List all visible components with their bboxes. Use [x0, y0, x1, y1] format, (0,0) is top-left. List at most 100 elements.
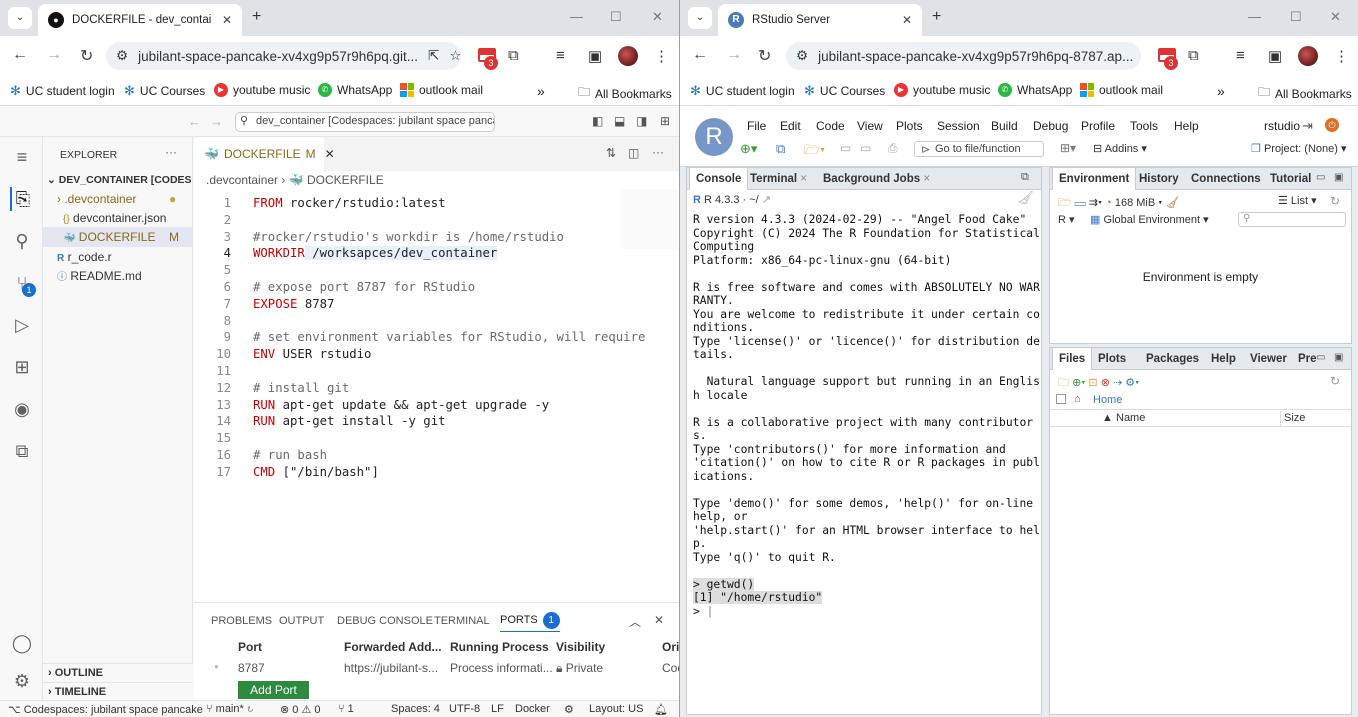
bookmark-outlook-mail[interactable]: outlook mail [1080, 83, 1163, 97]
github-icon[interactable]: ◉ [10, 397, 34, 421]
close-panel-icon[interactable]: ✕ [654, 613, 664, 627]
nav-back-icon[interactable]: ← [188, 114, 201, 129]
notifications-icon[interactable]: 🔔︎ [654, 703, 668, 716]
search-icon[interactable]: ⚲ [10, 229, 34, 253]
clear-env-icon[interactable]: 🧹︎ [1165, 197, 1179, 209]
breadcrumb-file[interactable]: DOCKERFILE [307, 173, 384, 187]
tab-environment[interactable]: Environment [1052, 168, 1137, 190]
environment-select[interactable]: ▦ Global Environment ▾ [1090, 213, 1209, 226]
menu-icon[interactable]: ⋮ [1334, 47, 1349, 65]
eol-indicator[interactable]: LF [491, 703, 504, 715]
tab-files[interactable]: Files [1052, 348, 1093, 370]
menu-build[interactable]: Build [991, 119, 1018, 133]
tab-help[interactable]: Help [1205, 348, 1242, 370]
forwarded-ports-indicator[interactable]: ⑂ 1 [338, 703, 354, 715]
goto-dir-icon[interactable]: ↗ [762, 194, 771, 206]
toggle-sidebar-icon[interactable]: ◧ [592, 114, 603, 128]
tab-terminal[interactable]: Terminal × [744, 168, 813, 190]
code-line[interactable]: 5 [194, 262, 253, 279]
language-select[interactable]: R ▾ [1058, 213, 1075, 226]
branch-indicator[interactable]: ⑂ main* ↻ [206, 703, 253, 715]
back-button[interactable]: ← [12, 46, 28, 64]
bookmark-uc-student-login[interactable]: ✻ UC student login [690, 83, 795, 99]
site-info-icon[interactable]: ⚙ [796, 48, 808, 64]
code-line[interactable]: 4 WORKDIR /worksapces/dev_container [194, 245, 498, 262]
bookmark-uc-student-login[interactable]: ✻ UC student login [10, 83, 115, 99]
keyboard-layout-indicator[interactable]: Layout: US [589, 703, 643, 715]
indentation-indicator[interactable]: Spaces: 4 [391, 703, 440, 715]
tab-viewer[interactable]: Viewer [1244, 348, 1293, 370]
editor-tab-dockerfile[interactable]: 🐳 DOCKERFILE M ✕ [194, 137, 335, 171]
close-tab-icon[interactable]: ✕ [222, 13, 232, 27]
split-editor-icon[interactable]: ◫ [628, 146, 639, 160]
refresh-icon[interactable]: ↻ [1330, 194, 1340, 208]
bookmark-uc-courses[interactable]: ✻ UC Courses [804, 83, 885, 99]
panel-tab-problems[interactable]: PROBLEMS [211, 615, 272, 627]
tab-background-jobs[interactable]: Background Jobs × [817, 168, 936, 190]
menu-debug[interactable]: Debug [1033, 119, 1068, 133]
project-menu[interactable]: ❒ Project: (None) ▾ [1251, 142, 1347, 155]
breadcrumb-folder[interactable]: .devcontainer [206, 173, 278, 187]
close-window-button[interactable]: ✕ [652, 9, 663, 25]
forward-button[interactable]: → [46, 46, 62, 64]
new-project-icon[interactable]: ⧉ [776, 141, 785, 157]
more-bookmarks-button[interactable]: » [1217, 83, 1225, 99]
profile-avatar[interactable] [1298, 46, 1318, 66]
extensions-icon[interactable]: ⧉ [1188, 47, 1199, 64]
accounts-icon[interactable]: ◯ [10, 631, 34, 655]
profile-avatar[interactable] [618, 46, 638, 66]
code-line[interactable]: 15 [194, 430, 253, 447]
minimize-button[interactable]: — [1248, 9, 1261, 24]
menu-tools[interactable]: Tools [1130, 119, 1158, 133]
menu-session[interactable]: Session [937, 119, 980, 133]
save-workspace-icon[interactable]: ▭ [1075, 197, 1086, 209]
new-file-icon[interactable]: ⊕▾ [740, 141, 757, 157]
code-line[interactable]: 7 EXPOSE 8787 [194, 296, 335, 313]
install-icon[interactable]: ⇱ [428, 48, 439, 64]
browser-tab-rstudio[interactable]: R RStudio Server ✕ [718, 4, 922, 36]
menu-code[interactable]: Code [816, 119, 845, 133]
file-dockerfile[interactable]: 🐳 DOCKERFILE M [43, 227, 192, 247]
maximize-pane-icon[interactable]: ⧉ [1021, 171, 1029, 184]
tab-packages[interactable]: Packages [1140, 348, 1205, 370]
print-icon[interactable]: ⎙ [888, 141, 898, 156]
extensions-icon[interactable]: ⧉ [508, 47, 519, 64]
encoding-indicator[interactable]: UTF-8 [449, 703, 480, 715]
remote-explorer-icon[interactable]: ⧉ [10, 439, 34, 463]
minimize-pane-icon[interactable]: ▭ [1316, 352, 1325, 363]
power-icon[interactable]: ⏻ [1325, 118, 1339, 132]
column-name[interactable]: Name [1116, 412, 1145, 424]
menu-plots[interactable]: Plots [896, 119, 923, 133]
new-tab-button[interactable]: + [932, 8, 941, 26]
sidepanel-icon[interactable]: ▣ [1268, 47, 1282, 65]
code-line[interactable]: 6 # expose port 8787 for RStudio [194, 279, 476, 296]
more-actions-icon[interactable]: ··· [652, 145, 664, 159]
maximize-panel-icon[interactable]: ︿ [629, 613, 641, 630]
menu-profile[interactable]: Profile [1081, 119, 1115, 133]
bookmark-star-icon[interactable]: ☆ [449, 48, 461, 64]
open-file-icon[interactable]: 🗁▾ [804, 141, 825, 163]
toggle-panel-icon[interactable]: ⬓ [614, 114, 625, 128]
open-changes-icon[interactable]: ⇅ [606, 146, 616, 160]
media-icon[interactable]: ≡ [1236, 47, 1245, 64]
file-readme[interactable]: ⓘ README.md [43, 266, 192, 286]
command-center-search[interactable]: ⚲ dev_container [Codespaces: jubilant sp… [235, 112, 495, 132]
code-line[interactable]: 2 [194, 212, 253, 229]
outline-section[interactable]: › OUTLINE [43, 663, 193, 682]
port-forwarded-address[interactable]: https://jubilant-s... [344, 661, 438, 675]
clear-console-icon[interactable]: 🧹︎ [1017, 190, 1034, 206]
code-line[interactable]: 9 # set environment variables for RStudio… [194, 329, 646, 346]
list-view-select[interactable]: ☰ List ▾ [1278, 194, 1317, 207]
open-workspace-icon[interactable]: 🗁 [1058, 197, 1072, 209]
close-tab-icon[interactable]: ✕ [902, 13, 912, 27]
tab-history[interactable]: History [1133, 168, 1185, 190]
problems-indicator[interactable]: ⊗ 0 ⚠ 0 [280, 703, 321, 716]
workspace-panes-icon[interactable]: ⊞▾ [1060, 141, 1076, 155]
extensions-icon[interactable]: ⊞ [10, 355, 34, 379]
column-size[interactable]: Size [1284, 412, 1305, 424]
reload-button[interactable]: ↻ [758, 46, 771, 66]
tab-connections[interactable]: Connections [1185, 168, 1267, 190]
code-line[interactable]: 8 [194, 313, 253, 330]
address-bar[interactable]: ⚙ jubilant-space-pancake-xv4xg9p57r9h6pq… [786, 42, 1141, 70]
tab-search-button[interactable]: ⌄ [8, 7, 32, 29]
